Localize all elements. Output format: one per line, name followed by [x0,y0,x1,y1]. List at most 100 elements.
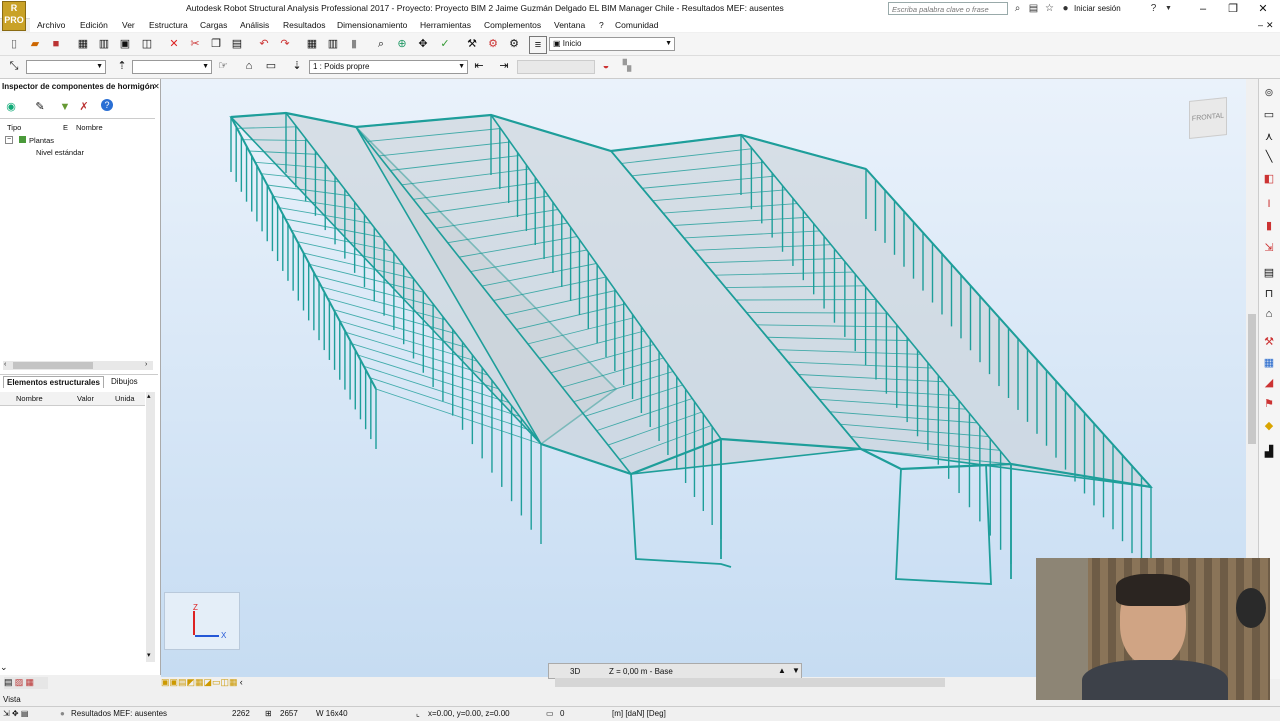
i-beam-icon[interactable]: I [1261,196,1277,212]
structure-check-icon[interactable]: ✓ [437,36,453,52]
tab-dibujos[interactable]: Dibujos [108,376,141,387]
tree-item-plantas[interactable]: Plantas [29,136,54,145]
binoculars-icon[interactable]: ⌕ [1012,3,1023,14]
display-icon[interactable]: ◒ [598,58,614,74]
drawing-icon[interactable]: ▨ [15,677,24,687]
view-cube[interactable]: FRONTAL [1189,97,1227,139]
screen-capture-icon[interactable]: ▣ [117,36,133,52]
props-vscrollbar[interactable]: ▴ ▾ [146,392,155,662]
scroll-right-icon[interactable]: › [145,361,147,368]
menu-ventana[interactable]: Ventana [554,20,585,30]
prop-column-unidad[interactable]: Unida [115,394,135,403]
mode-select[interactable] [517,60,595,74]
load-case-select[interactable]: 1 : Poids propre ▼ [309,60,468,74]
search-input[interactable]: Escriba palabra clave o frase [888,2,1008,15]
refresh-icon[interactable]: ◉ [3,99,19,115]
node-select[interactable]: ▼ [26,60,106,74]
view-icon[interactable]: ▭ [263,58,279,74]
previous-case-icon[interactable]: ⇤ [471,58,487,74]
menu-analisis[interactable]: Análisis [240,20,269,30]
scroll-up-icon[interactable]: ▴ [147,392,151,400]
prop-column-nombre[interactable]: Nombre [16,394,43,403]
resize-grip-icon[interactable]: ⌄ [0,662,10,672]
cladding-icon[interactable]: ◆ [1261,418,1277,434]
wizard-icon[interactable]: ⚒ [1261,334,1277,350]
column-nombre[interactable]: Nombre [76,123,103,132]
building-icon[interactable]: ⌂ [1261,306,1277,322]
menu-archivo[interactable]: Archivo [37,20,65,30]
panel-icon[interactable]: ▮ [1261,218,1277,234]
material-icon[interactable]: ◧ [1261,171,1277,187]
help-icon[interactable]: ? [1148,3,1159,14]
paste-icon[interactable]: ▤ [229,36,245,52]
layout-icon[interactable]: ≡ [529,36,547,54]
menu-resultados[interactable]: Resultados [283,20,326,30]
tree-item-nivel[interactable]: Nivel estándar [36,148,84,157]
menu-dimensionamiento[interactable]: Dimensionamiento [337,20,407,30]
tree-view-icon[interactable]: ▤ [4,677,13,687]
panel-hscrollbar[interactable]: ‹ › [3,361,153,370]
panel-close-icon[interactable]: ✕ [153,82,160,91]
scroll-down-icon[interactable]: ▾ [147,651,151,659]
close-button[interactable]: ✕ [1248,0,1278,18]
menu-close-icon[interactable]: ✕ [1266,20,1274,31]
view-tool-icon[interactable]: ▣▣▤◩▦◪▭◫▦ [161,677,238,687]
report-icon[interactable]: ◫ [139,36,155,52]
zoom-icon[interactable]: ⊕ [394,36,410,52]
bars-icon[interactable]: ⋏ [1261,129,1277,145]
scroll-left-icon[interactable]: ‹ [4,361,6,368]
table-icon[interactable]: ▦ [304,36,320,52]
edit-icon[interactable]: ✎ [32,99,48,115]
undo-icon[interactable]: ↶ [256,36,272,52]
zoom-window-icon[interactable]: ⌕ [373,36,389,52]
open-file-icon[interactable]: ▰ [27,36,43,52]
user-icon[interactable]: ● [1060,3,1071,14]
tree-collapse-icon[interactable]: − [5,136,13,144]
layout-select[interactable]: ▣ Inicio ▼ [549,37,675,51]
star-icon[interactable]: ☆ [1044,3,1055,14]
print-icon[interactable]: ▦ [75,36,91,52]
prop-column-valor[interactable]: Valor [77,394,94,403]
menu-estructura[interactable]: Estructura [149,20,188,30]
cart-icon[interactable]: ▤ [1028,3,1039,14]
clear-filter-icon[interactable]: ✗ [76,99,92,115]
flag-icon[interactable]: ⚑ [1261,396,1277,412]
column-e[interactable]: E [63,123,68,132]
support-icon[interactable]: ⇲ [1261,240,1277,256]
hand-icon[interactable]: ☞ [215,58,231,74]
filter-icon[interactable]: ▚ [619,58,635,74]
new-file-icon[interactable]: ▯ [6,36,22,52]
viewport-hscrollbar[interactable] [555,678,945,687]
print-preview-icon[interactable]: ▥ [96,36,112,52]
current-level[interactable]: Z = 0,00 m - Base [609,667,673,676]
node-selection-icon[interactable]: ⤡ [6,58,22,74]
scroll-left-icon[interactable]: ‹ [240,677,243,687]
app-logo[interactable]: R PRO [2,1,26,31]
bar-selection-icon[interactable]: ⇡ [114,58,130,74]
units[interactable]: [m] [daN] [Deg] [612,709,666,718]
load-case-icon[interactable]: ⇣ [289,58,305,74]
menu-minimize-icon[interactable]: – [1258,20,1263,30]
nodes-icon[interactable]: ⊚ [1261,85,1277,101]
pan-icon[interactable]: ✥ [415,36,431,52]
scroll-thumb[interactable] [1248,314,1256,444]
copy-icon[interactable]: ❐ [208,36,224,52]
delete-icon[interactable]: ✕ [166,36,182,52]
save-icon[interactable]: ■ [48,36,64,52]
redo-icon[interactable]: ↷ [277,36,293,52]
stairs-icon[interactable]: ▟ [1261,444,1277,460]
level-down-icon[interactable]: ▼ [792,666,800,675]
minimize-button[interactable]: – [1188,0,1218,18]
frame-icon[interactable]: ⊓ [1261,286,1277,302]
view-mode[interactable]: 3D [570,667,580,676]
filter-icon[interactable]: ▼ [57,99,73,115]
grid-icon[interactable]: ▦ [1261,355,1277,371]
tables-icon[interactable]: ▥ [325,36,341,52]
lock-icon[interactable]: ▮ [346,36,362,52]
cut-icon[interactable]: ✂ [187,36,203,52]
load-icon[interactable]: ◢ [1261,375,1277,391]
menu-comunidad[interactable]: Comunidad [615,20,658,30]
bar-select[interactable]: ▼ [132,60,212,74]
section-icon[interactable]: ▭ [1261,107,1277,123]
column-tipo[interactable]: Tipo [7,123,21,132]
